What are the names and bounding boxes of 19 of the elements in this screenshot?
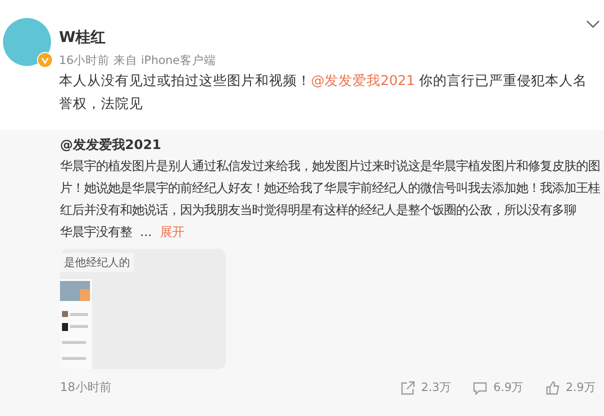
repost-text: 华晨宇没有整 [60,223,132,241]
mention-link[interactable]: @发发爱我2021 [311,73,415,89]
comment-button[interactable]: 6.9万 [473,380,524,395]
forward-button[interactable]: 2.3万 [401,380,452,395]
comment-icon [473,380,488,394]
ellipsis: ... [140,223,152,241]
repost-text: 华晨宇的植发图片是别人通过私信发过来给我，她发图片过来时说这是华晨宇植发图片和修复皮肤的图片！她说她是华晨宇的前经纪人好友！她还给我了华晨宇前经纪人的微信号叫我去添加她！我添加王桂红后并没有和她说话，因为我朋友当时觉得明星有这样的经纪人是整个饭圈的公敌，所以没有多聊 [60,157,600,219]
expand-link[interactable]: 展开 [160,221,184,243]
post-text: 本人从没有见过或拍过这些图片和视频！@发发爱我2021 你的言行已严重侵犯本人名誉权，法院见 [59,72,588,114]
user-avatar[interactable] [3,18,51,66]
repost-author[interactable]: @发发爱我2021 [60,136,600,154]
image-caption: 是他经纪人的 [60,253,134,272]
thumbs-up-icon [546,380,560,394]
like-button[interactable]: 2.9万 [546,380,596,395]
share-icon [401,380,416,394]
chevron-down-icon[interactable] [586,20,600,29]
post-meta: 16小时前 来自 iPhone客户端 [59,53,217,68]
author-name[interactable]: W桂红 [59,28,590,47]
repost-time: 18小时前 [60,379,112,396]
